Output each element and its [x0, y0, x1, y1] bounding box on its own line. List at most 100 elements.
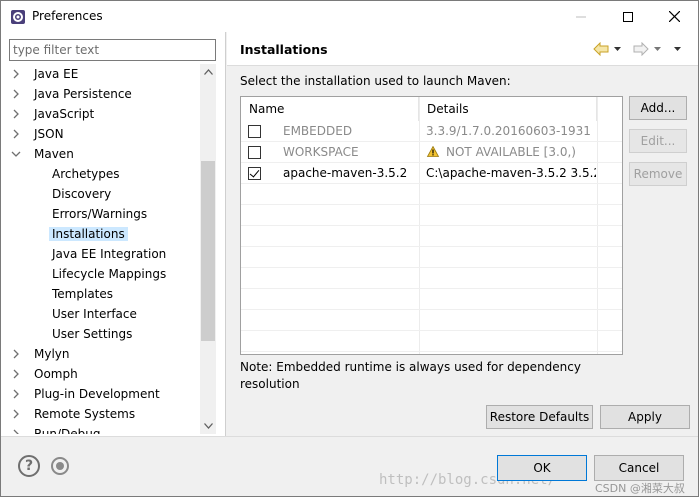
tree-item[interactable]: Mylyn — [9, 345, 73, 363]
installation-name: EMBEDDED — [283, 124, 353, 138]
chevron-down-icon[interactable] — [9, 145, 23, 163]
tree-item[interactable]: Archetypes — [49, 165, 123, 183]
tree-item[interactable]: JavaScript — [9, 105, 97, 123]
tree-item-label: Discovery — [52, 187, 112, 201]
installation-checkbox[interactable] — [248, 125, 261, 138]
installation-details-text: NOT AVAILABLE [3.0,) — [446, 145, 576, 159]
minimize-button[interactable] — [558, 1, 604, 32]
tree-item-label: User Settings — [52, 327, 133, 341]
tree-item[interactable]: User Settings — [49, 325, 135, 343]
table-row[interactable] — [241, 268, 622, 289]
forward-arrow-icon — [633, 42, 649, 56]
chevron-right-icon[interactable] — [9, 405, 23, 423]
tree-item-label: Java Persistence — [34, 87, 132, 101]
tree-item[interactable]: Run/Debug — [9, 425, 104, 434]
help-icon[interactable]: ? — [18, 455, 40, 477]
tree-item[interactable]: Plug-in Development — [9, 385, 163, 403]
tree-item[interactable]: Oomph — [9, 365, 81, 383]
installation-details: 3.3.9/1.7.0.20160603-1931 — [426, 121, 596, 142]
installations-table[interactable]: Name Details EMBEDDED 3.3.9/1.7.0.2016060… — [240, 96, 623, 355]
installation-details: C:\apache-maven-3.5.2 3.5.2 — [426, 163, 596, 184]
chevron-right-icon[interactable] — [9, 425, 23, 434]
minimize-icon — [576, 16, 586, 17]
maximize-button[interactable] — [605, 1, 651, 32]
tree-item-label: Maven — [34, 147, 74, 161]
maximize-icon — [623, 11, 633, 22]
tree-item[interactable]: Errors/Warnings — [49, 205, 150, 223]
restore-defaults-button[interactable]: Restore Defaults — [486, 405, 593, 429]
tree-item[interactable]: Templates — [49, 285, 116, 303]
tree-item[interactable]: Java EE Integration — [49, 245, 169, 263]
tree-item-label: Java EE Integration — [52, 247, 167, 261]
column-header-name[interactable]: Name — [241, 97, 419, 121]
chevron-right-icon[interactable] — [9, 105, 23, 123]
tree-item[interactable]: Java Persistence — [9, 85, 135, 103]
tree-item[interactable]: Lifecycle Mappings — [49, 265, 169, 283]
edit-button[interactable]: Edit... — [629, 129, 687, 153]
chevron-right-icon[interactable] — [9, 345, 23, 363]
installation-checkbox[interactable] — [248, 167, 261, 180]
record-icon[interactable] — [51, 457, 69, 475]
table-row[interactable]: EMBEDDED 3.3.9/1.7.0.20160603-1931 — [241, 121, 622, 142]
forward-dropdown-icon[interactable] — [653, 46, 662, 52]
chevron-right-icon[interactable] — [9, 385, 23, 403]
tree-item-label: Lifecycle Mappings — [52, 267, 167, 281]
table-row[interactable] — [241, 226, 622, 247]
preferences-tree: Java EE Java Persistence JavaScript JSON Mav… — [9, 64, 200, 434]
installation-details-text: 3.3.9/1.7.0.20160603-1931 — [426, 124, 591, 138]
column-header-details[interactable]: Details — [419, 97, 597, 121]
eclipse-gear-icon — [11, 10, 25, 24]
back-button[interactable] — [593, 41, 622, 57]
tree-item[interactable]: Installations — [49, 225, 128, 243]
close-button[interactable] — [651, 1, 697, 32]
table-row[interactable] — [241, 331, 622, 352]
back-dropdown-icon[interactable] — [613, 46, 622, 52]
back-arrow-icon — [593, 42, 609, 56]
chevron-right-icon[interactable] — [9, 65, 23, 83]
dialog-button-bar: ? http://blog.csdn.net/ OK Cancel CSDN @… — [1, 436, 698, 496]
tree-item-label: Archetypes — [52, 167, 120, 181]
tree-item[interactable]: User Interface — [49, 305, 140, 323]
chevron-right-icon[interactable] — [9, 85, 23, 103]
scroll-up-icon[interactable] — [200, 64, 216, 80]
page-description: Select the installation used to launch M… — [240, 74, 511, 88]
table-row[interactable]: apache-maven-3.5.2 C:\apache-maven-3.5.2 … — [241, 163, 622, 184]
close-icon — [668, 11, 680, 22]
tree-item[interactable]: Remote Systems — [9, 405, 138, 423]
table-row[interactable] — [241, 289, 622, 310]
preferences-tree-pane: Java EE Java Persistence JavaScript JSON Mav… — [1, 32, 226, 436]
table-row[interactable] — [241, 310, 622, 331]
window-title: Preferences — [32, 9, 103, 23]
tree-item-label: JavaScript — [34, 107, 95, 121]
installation-checkbox[interactable] — [248, 146, 261, 159]
tree-item-label: Installations — [49, 227, 128, 241]
table-row[interactable] — [241, 184, 622, 205]
forward-button[interactable] — [633, 41, 662, 57]
tree-scrollbar[interactable] — [200, 64, 216, 434]
apply-button[interactable]: Apply — [600, 405, 690, 429]
tree-item[interactable]: Discovery — [49, 185, 114, 203]
tree-item[interactable]: JSON — [9, 125, 67, 143]
title-bar: Preferences — [1, 1, 698, 32]
tree-item-label: Errors/Warnings — [52, 207, 148, 221]
tree-item[interactable]: Maven — [9, 145, 77, 163]
tree-item-label: User Interface — [52, 307, 137, 321]
tree-item-label: Templates — [52, 287, 114, 301]
chevron-right-icon[interactable] — [9, 125, 23, 143]
table-row[interactable] — [241, 247, 622, 268]
embedded-note: Note: Embedded runtime is always used fo… — [240, 360, 581, 391]
tree-item[interactable]: Java EE — [9, 65, 81, 83]
view-menu-button[interactable] — [673, 41, 682, 57]
ok-button[interactable]: OK — [497, 455, 587, 481]
table-row[interactable] — [241, 205, 622, 226]
table-row[interactable]: WORKSPACE NOT AVAILABLE [3.0,) — [241, 142, 622, 163]
tree-item-label: Run/Debug — [34, 427, 101, 434]
scroll-thumb[interactable] — [201, 161, 215, 341]
filter-input[interactable] — [9, 39, 216, 61]
tree-item-label: Remote Systems — [34, 407, 136, 421]
remove-button[interactable]: Remove — [629, 162, 687, 186]
cancel-button[interactable]: Cancel — [594, 455, 684, 481]
chevron-right-icon[interactable] — [9, 365, 23, 383]
scroll-down-icon[interactable] — [200, 418, 216, 434]
add-button[interactable]: Add... — [629, 96, 687, 120]
